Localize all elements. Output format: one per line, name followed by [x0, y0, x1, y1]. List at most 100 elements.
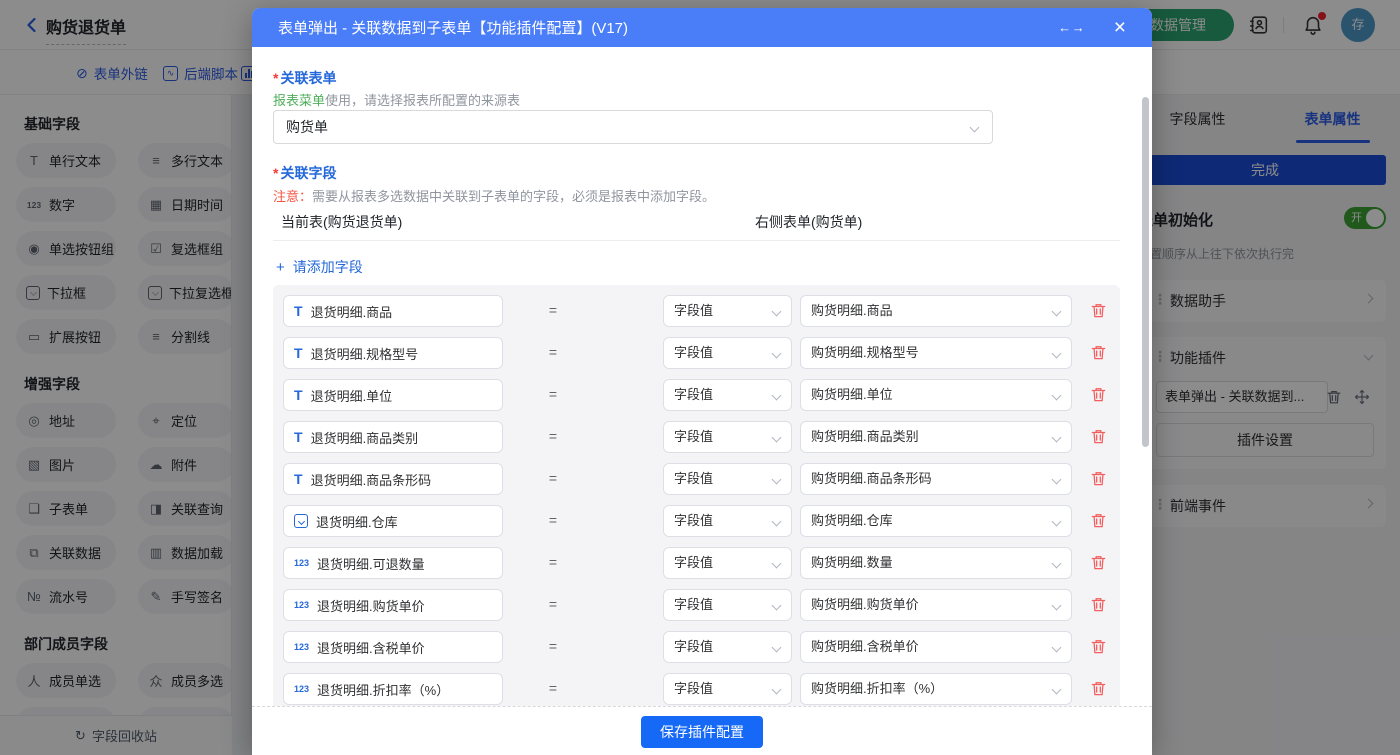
- delete-row-icon[interactable]: [1090, 512, 1107, 529]
- left-field-input[interactable]: T 退货明细.商品条形码: [283, 463, 503, 495]
- plus-icon: +: [276, 259, 285, 276]
- left-field-input[interactable]: T 退货明细.商品类别: [283, 421, 503, 453]
- value-type-select[interactable]: 字段值: [663, 631, 792, 663]
- related-fields-note: 注意：需要从报表多选数据中关联到子表单的字段，必须是报表中添加字段。: [273, 189, 716, 204]
- left-field-label: 退货明细.可退数量: [317, 556, 425, 572]
- related-fields-label: * 关联字段: [273, 165, 337, 181]
- delete-row-icon[interactable]: [1090, 638, 1107, 655]
- mapping-row: 退货明细.仓库 = 字段值 购货明细.仓库: [273, 505, 1120, 537]
- left-field-input[interactable]: 123 退货明细.可退数量: [283, 547, 503, 579]
- left-field-input[interactable]: 退货明细.仓库: [283, 505, 503, 537]
- chevron-down-icon: [771, 642, 782, 653]
- left-field-label: 退货明细.商品类别: [310, 430, 419, 446]
- mapping-row: 123 退货明细.含税单价 = 字段值 购货明细.含税单价: [273, 631, 1120, 663]
- equals-sign: =: [548, 386, 558, 402]
- current-table-column-header: 当前表(购货退货单): [281, 214, 403, 230]
- equals-sign: =: [548, 596, 558, 612]
- delete-row-icon[interactable]: [1090, 386, 1107, 403]
- value-type-select[interactable]: 字段值: [663, 589, 792, 621]
- column-divider: [273, 240, 1120, 241]
- source-form-select[interactable]: 购货单: [273, 110, 993, 144]
- mapping-row: 123 退货明细.购货单价 = 字段值 购货明细.购货单价: [273, 589, 1120, 621]
- delete-row-icon[interactable]: [1090, 344, 1107, 361]
- chevron-down-icon: [771, 348, 782, 359]
- chevron-down-icon: [1051, 684, 1062, 695]
- left-field-input[interactable]: T 退货明细.单位: [283, 379, 503, 411]
- mapping-row: 123 退货明细.折扣率（%） = 字段值 购货明细.折扣率（%）: [273, 673, 1120, 705]
- chevron-down-icon: [771, 600, 782, 611]
- left-field-label: 退货明细.商品: [310, 304, 393, 320]
- equals-sign: =: [548, 302, 558, 318]
- expand-icon[interactable]: ← →: [1058, 20, 1085, 35]
- equals-sign: =: [548, 428, 558, 444]
- delete-row-icon[interactable]: [1090, 554, 1107, 571]
- mapping-row: T 退货明细.商品 = 字段值 购货明细.商品: [273, 295, 1120, 327]
- value-type-select[interactable]: 字段值: [663, 379, 792, 411]
- left-field-input[interactable]: 123 退货明细.购货单价: [283, 589, 503, 621]
- source-field-select[interactable]: 购货明细.含税单价: [800, 631, 1072, 663]
- chevron-down-icon: [1051, 432, 1062, 443]
- left-field-input[interactable]: T 退货明细.规格型号: [283, 337, 503, 369]
- source-field-select[interactable]: 购货明细.数量: [800, 547, 1072, 579]
- chevron-down-icon: [1051, 516, 1062, 527]
- add-field-link[interactable]: + 请添加字段: [276, 257, 363, 277]
- number-icon: 123: [294, 683, 310, 694]
- close-icon[interactable]: ×: [1114, 17, 1126, 38]
- text-icon: T: [294, 387, 303, 403]
- value-type-select[interactable]: 字段值: [663, 547, 792, 579]
- delete-row-icon[interactable]: [1090, 302, 1107, 319]
- modal-scrollbar-thumb[interactable]: [1142, 97, 1149, 447]
- value-type-select[interactable]: 字段值: [663, 505, 792, 537]
- value-type-select[interactable]: 字段值: [663, 463, 792, 495]
- left-field-input[interactable]: T 退货明细.商品: [283, 295, 503, 327]
- equals-sign: =: [548, 344, 558, 360]
- source-field-select[interactable]: 购货明细.商品: [800, 295, 1072, 327]
- modal-title: 表单弹出 - 关联数据到子表单【功能插件配置】(V17): [278, 20, 629, 37]
- chevron-down-icon: [1051, 474, 1062, 485]
- value-type-select[interactable]: 字段值: [663, 421, 792, 453]
- source-field-select[interactable]: 购货明细.规格型号: [800, 337, 1072, 369]
- chevron-down-icon: [771, 558, 782, 569]
- chevron-down-icon: [1051, 306, 1062, 317]
- text-icon: T: [294, 429, 303, 445]
- left-field-label: 退货明细.折扣率（%）: [317, 682, 450, 698]
- number-icon: 123: [294, 599, 310, 610]
- left-field-input[interactable]: 123 退货明细.含税单价: [283, 631, 503, 663]
- text-icon: T: [294, 345, 303, 361]
- equals-sign: =: [548, 680, 558, 696]
- text-icon: T: [294, 303, 303, 319]
- chevron-down-icon: [1051, 600, 1062, 611]
- source-field-select[interactable]: 购货明细.购货单价: [800, 589, 1072, 621]
- chevron-down-icon: [771, 306, 782, 317]
- delete-row-icon[interactable]: [1090, 470, 1107, 487]
- save-plugin-config-button[interactable]: 保存插件配置: [641, 716, 763, 748]
- left-field-label: 退货明细.商品条形码: [310, 472, 432, 488]
- value-type-select[interactable]: 字段值: [663, 337, 792, 369]
- source-field-select[interactable]: 购货明细.仓库: [800, 505, 1072, 537]
- left-field-input[interactable]: 123 退货明细.折扣率（%）: [283, 673, 503, 705]
- chevron-down-icon: [1051, 390, 1062, 401]
- text-icon: T: [294, 471, 303, 487]
- source-field-select[interactable]: 购货明细.商品类别: [800, 421, 1072, 453]
- chevron-down-icon: [297, 517, 305, 525]
- source-field-select[interactable]: 购货明细.折扣率（%）: [800, 673, 1072, 705]
- equals-sign: =: [548, 554, 558, 570]
- modal-header[interactable]: 表单弹出 - 关联数据到子表单【功能插件配置】(V17) ← → ×: [252, 8, 1152, 47]
- chevron-down-icon: [771, 474, 782, 485]
- chevron-down-icon: [1051, 348, 1062, 359]
- delete-row-icon[interactable]: [1090, 680, 1107, 697]
- left-field-label: 退货明细.规格型号: [310, 346, 419, 362]
- delete-row-icon[interactable]: [1090, 596, 1107, 613]
- delete-row-icon[interactable]: [1090, 428, 1107, 445]
- equals-sign: =: [548, 638, 558, 654]
- value-type-select[interactable]: 字段值: [663, 295, 792, 327]
- source-field-select[interactable]: 购货明细.商品条形码: [800, 463, 1072, 495]
- mapping-row: T 退货明细.商品条形码 = 字段值 购货明细.商品条形码: [273, 463, 1120, 495]
- mapping-row: 123 退货明细.可退数量 = 字段值 购货明细.数量: [273, 547, 1120, 579]
- value-type-select[interactable]: 字段值: [663, 673, 792, 705]
- mapping-rows: T 退货明细.商品 = 字段值 购货明细.商品 T 退货明细.规格型号 = 字段值 购货明细.规格…: [273, 285, 1120, 706]
- equals-sign: =: [548, 512, 558, 528]
- chevron-down-icon: [969, 122, 980, 133]
- source-field-select[interactable]: 购货明细.单位: [800, 379, 1072, 411]
- left-field-label: 退货明细.含税单价: [317, 640, 425, 656]
